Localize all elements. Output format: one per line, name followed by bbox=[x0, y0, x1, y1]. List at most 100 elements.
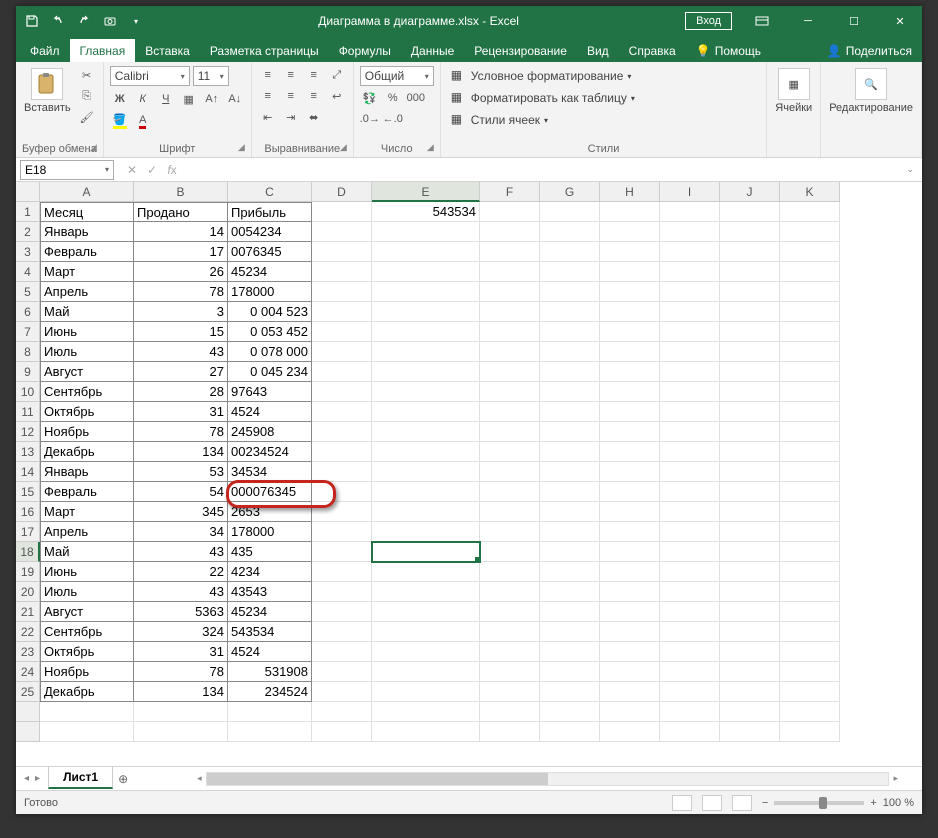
cell[interactable] bbox=[312, 682, 372, 702]
cell[interactable] bbox=[660, 222, 720, 242]
cell[interactable] bbox=[780, 482, 840, 502]
cell[interactable] bbox=[720, 242, 780, 262]
row-header[interactable]: 23 bbox=[16, 642, 40, 662]
row-header[interactable]: 16 bbox=[16, 502, 40, 522]
cell[interactable] bbox=[540, 442, 600, 462]
cell[interactable] bbox=[660, 302, 720, 322]
cell[interactable]: Октябрь bbox=[40, 642, 134, 662]
cell[interactable] bbox=[312, 582, 372, 602]
row-header[interactable]: 19 bbox=[16, 562, 40, 582]
number-format-combo[interactable]: Общий▾ bbox=[360, 66, 434, 86]
cell[interactable] bbox=[372, 442, 480, 462]
cell[interactable] bbox=[312, 322, 372, 342]
cell[interactable] bbox=[312, 522, 372, 542]
cell[interactable]: 43 bbox=[134, 582, 228, 602]
cell[interactable]: Июль bbox=[40, 582, 134, 602]
cell[interactable] bbox=[540, 382, 600, 402]
row-header[interactable]: 1 bbox=[16, 202, 40, 222]
cell[interactable] bbox=[540, 542, 600, 562]
cell[interactable]: 0 045 234 bbox=[228, 362, 312, 382]
cell[interactable] bbox=[780, 462, 840, 482]
cell[interactable]: 134 bbox=[134, 682, 228, 702]
fx-icon[interactable]: fx bbox=[164, 163, 180, 177]
cell[interactable]: 0 004 523 bbox=[228, 302, 312, 322]
cell[interactable] bbox=[660, 402, 720, 422]
cell[interactable] bbox=[720, 222, 780, 242]
cell[interactable] bbox=[660, 662, 720, 682]
column-header[interactable]: I bbox=[660, 182, 720, 202]
cell[interactable] bbox=[600, 302, 660, 322]
cell[interactable] bbox=[312, 382, 372, 402]
cell[interactable]: Ноябрь bbox=[40, 422, 134, 442]
cell[interactable] bbox=[600, 642, 660, 662]
cell[interactable] bbox=[720, 662, 780, 682]
cell[interactable] bbox=[40, 702, 134, 722]
column-header[interactable]: G bbox=[540, 182, 600, 202]
cell[interactable] bbox=[600, 482, 660, 502]
cell[interactable]: 22 bbox=[134, 562, 228, 582]
cell[interactable] bbox=[720, 702, 780, 722]
cell[interactable] bbox=[720, 282, 780, 302]
cell[interactable] bbox=[372, 322, 480, 342]
cell[interactable] bbox=[540, 622, 600, 642]
column-header[interactable]: K bbox=[780, 182, 840, 202]
column-header[interactable]: C bbox=[228, 182, 312, 202]
row-header[interactable]: 15 bbox=[16, 482, 40, 502]
cell[interactable]: 531908 bbox=[228, 662, 312, 682]
cell[interactable]: Продано bbox=[134, 202, 228, 222]
column-header[interactable]: E bbox=[372, 182, 480, 202]
enter-formula-icon[interactable]: ✓ bbox=[144, 163, 160, 177]
cell[interactable] bbox=[660, 562, 720, 582]
row-header[interactable]: 18 bbox=[16, 542, 40, 562]
tab-data[interactable]: Данные bbox=[401, 39, 464, 62]
cell[interactable] bbox=[312, 402, 372, 422]
tab-insert[interactable]: Вставка bbox=[135, 39, 200, 62]
comma-format-button[interactable]: 000 bbox=[406, 89, 426, 107]
row-header[interactable] bbox=[16, 722, 40, 742]
cell[interactable] bbox=[780, 622, 840, 642]
cell[interactable] bbox=[780, 562, 840, 582]
align-top-button[interactable]: ≡ bbox=[258, 66, 278, 84]
row-header[interactable]: 25 bbox=[16, 682, 40, 702]
cell[interactable]: 00234524 bbox=[228, 442, 312, 462]
cell[interactable] bbox=[540, 202, 600, 222]
cell[interactable]: 45234 bbox=[228, 262, 312, 282]
underline-button[interactable]: Ч bbox=[156, 90, 176, 108]
row-header[interactable]: 4 bbox=[16, 262, 40, 282]
cell[interactable]: 5363 bbox=[134, 602, 228, 622]
cell[interactable] bbox=[372, 342, 480, 362]
cell[interactable] bbox=[480, 402, 540, 422]
cell[interactable]: 78 bbox=[134, 662, 228, 682]
cell[interactable] bbox=[780, 322, 840, 342]
cell[interactable] bbox=[312, 242, 372, 262]
cell[interactable] bbox=[780, 722, 840, 742]
cell[interactable] bbox=[480, 222, 540, 242]
cell[interactable] bbox=[720, 342, 780, 362]
cell[interactable]: 15 bbox=[134, 322, 228, 342]
cell[interactable]: 543534 bbox=[228, 622, 312, 642]
cell[interactable] bbox=[720, 582, 780, 602]
cell[interactable]: Апрель bbox=[40, 522, 134, 542]
cell[interactable] bbox=[660, 602, 720, 622]
fill-color-button[interactable]: 🪣 bbox=[110, 112, 130, 130]
cell[interactable] bbox=[600, 702, 660, 722]
cell[interactable] bbox=[660, 702, 720, 722]
cell[interactable] bbox=[312, 462, 372, 482]
cell[interactable] bbox=[720, 402, 780, 422]
row-header[interactable]: 14 bbox=[16, 462, 40, 482]
cell[interactable]: 43543 bbox=[228, 582, 312, 602]
close-button[interactable]: ✕ bbox=[878, 6, 922, 36]
cell[interactable] bbox=[780, 542, 840, 562]
cell[interactable] bbox=[600, 402, 660, 422]
cell[interactable] bbox=[600, 542, 660, 562]
column-header[interactable]: D bbox=[312, 182, 372, 202]
cell[interactable]: 78 bbox=[134, 422, 228, 442]
undo-icon[interactable] bbox=[50, 13, 66, 29]
cell[interactable] bbox=[372, 362, 480, 382]
orientation-button[interactable]: ⤢ bbox=[327, 66, 347, 84]
new-sheet-button[interactable]: ⊕ bbox=[113, 772, 133, 786]
cell[interactable] bbox=[312, 502, 372, 522]
cell[interactable]: 234524 bbox=[228, 682, 312, 702]
cell[interactable] bbox=[600, 462, 660, 482]
cell[interactable] bbox=[540, 242, 600, 262]
